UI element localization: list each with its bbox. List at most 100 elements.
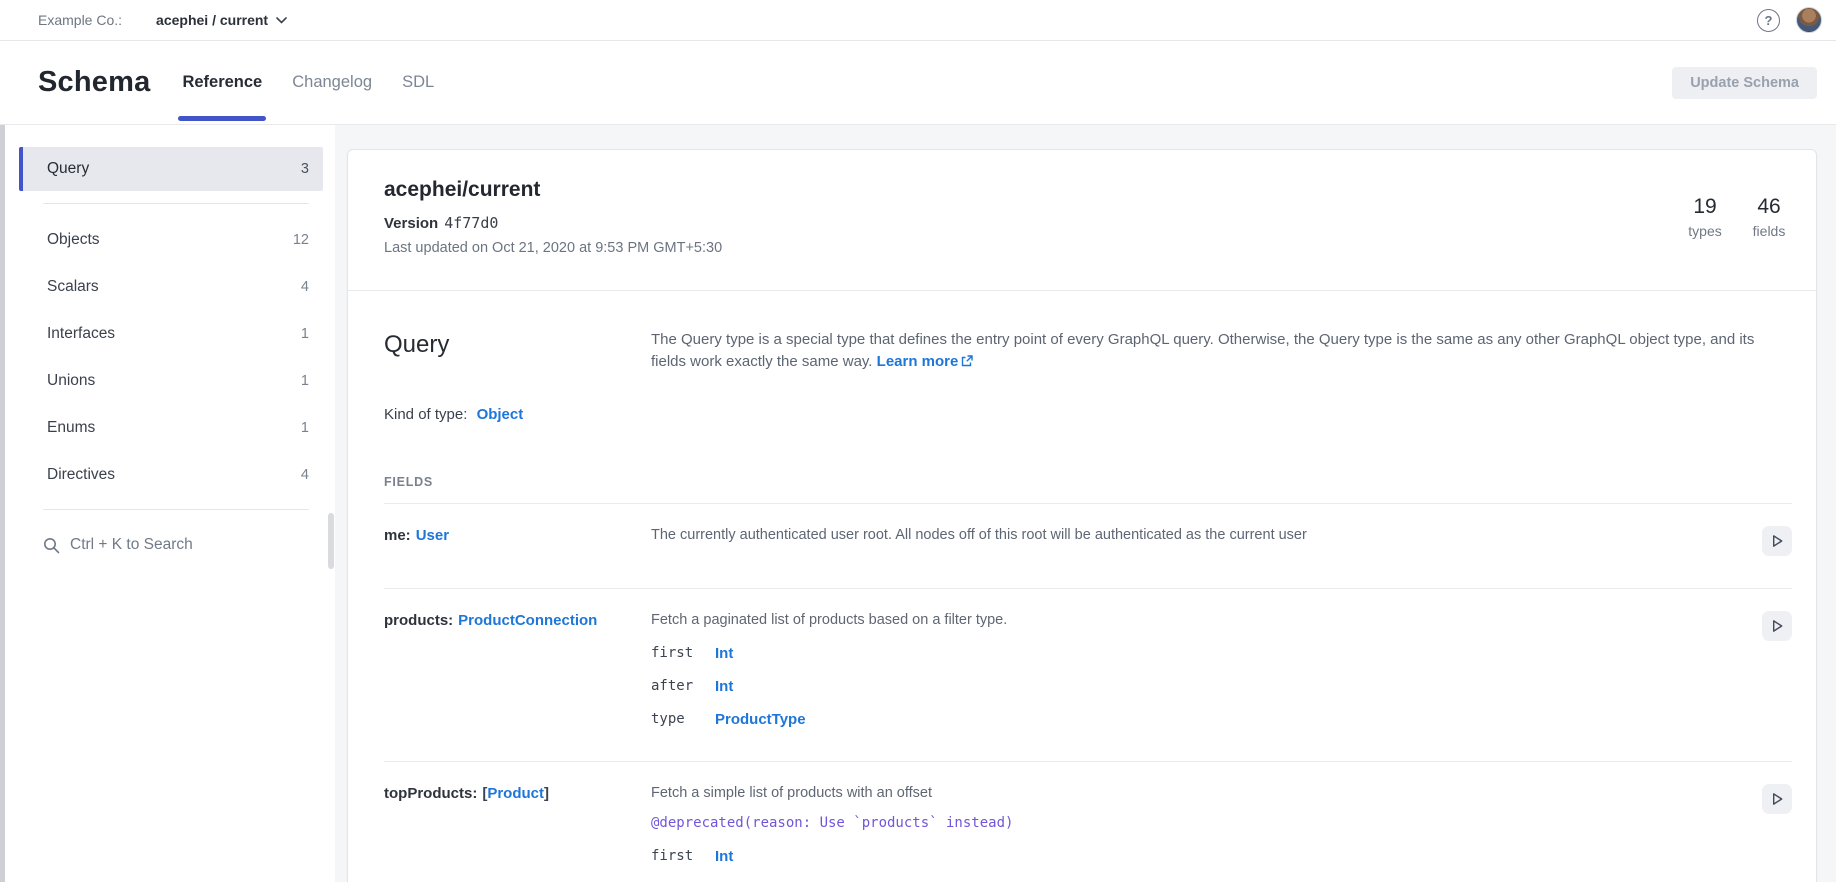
learn-more-label: Learn more bbox=[877, 353, 959, 370]
sidebar-item[interactable]: Query 3 bbox=[19, 147, 323, 191]
tab[interactable]: Changelog bbox=[290, 71, 374, 94]
help-icon[interactable]: ? bbox=[1757, 9, 1780, 32]
arg-type-link[interactable]: ProductType bbox=[715, 710, 806, 729]
field-args: first Int after Int bbox=[651, 644, 1750, 729]
field-type-label: Product bbox=[487, 785, 544, 802]
page-title: Schema bbox=[38, 66, 150, 99]
tab[interactable]: SDL bbox=[400, 71, 436, 94]
run-in-explorer-button[interactable] bbox=[1762, 526, 1792, 556]
field-type-link[interactable]: ProductConnection bbox=[458, 612, 597, 629]
field-description: Fetch a paginated list of products based… bbox=[651, 611, 1750, 630]
schema-card: acephei/current Version4f77d0 Last updat… bbox=[347, 149, 1817, 882]
sidebar-item[interactable]: Directives 4 bbox=[19, 453, 323, 497]
sidebar-item-count: 3 bbox=[301, 161, 309, 177]
search-icon bbox=[43, 537, 60, 554]
sidebar-item[interactable]: Scalars 4 bbox=[19, 265, 323, 309]
kind-label: Kind of type: bbox=[384, 406, 467, 423]
arg-name: after bbox=[651, 677, 715, 696]
arg-row: after Int bbox=[651, 677, 1750, 696]
field-description: Fetch a simple list of products with an … bbox=[651, 784, 1750, 803]
tab-bar: Reference Changelog SDL bbox=[180, 41, 436, 124]
sidebar-item-count: 1 bbox=[301, 326, 309, 342]
card-header: acephei/current Version4f77d0 Last updat… bbox=[348, 150, 1816, 291]
content: acephei/current Version4f77d0 Last updat… bbox=[335, 125, 1836, 882]
field-row: me: User The currently authenticated user… bbox=[384, 504, 1792, 589]
nav-group: Unions 1 bbox=[5, 359, 335, 403]
arg-row: first Int bbox=[651, 644, 1750, 663]
sidebar-item[interactable]: Unions 1 bbox=[19, 359, 323, 403]
graph-selector[interactable]: acephei / current bbox=[156, 12, 287, 28]
arg-type-link[interactable]: Int bbox=[715, 644, 733, 663]
kind-value-link[interactable]: Object bbox=[477, 406, 524, 423]
sidebar-item-label: Interfaces bbox=[47, 325, 115, 343]
version-value: 4f77d0 bbox=[444, 214, 498, 232]
field-type-link[interactable]: [Product] bbox=[482, 785, 549, 802]
avatar[interactable] bbox=[1796, 7, 1822, 33]
type-head: Query The Query type is a special type t… bbox=[384, 329, 1792, 373]
field-main: The currently authenticated user root. A… bbox=[651, 526, 1750, 556]
search-trigger[interactable]: Ctrl + K to Search bbox=[43, 509, 309, 554]
arg-type-link[interactable]: Int bbox=[715, 847, 733, 866]
topbar: Example Co.: acephei / current ? bbox=[0, 0, 1836, 41]
type-description: The Query type is a special type that de… bbox=[651, 329, 1792, 373]
page-header: Schema Reference Changelog SDL Update Sc… bbox=[0, 41, 1836, 125]
field-name: me: User bbox=[384, 526, 651, 556]
body: Query 3 Objects 12 Scalars bbox=[0, 125, 1836, 882]
nav-group: Interfaces 1 bbox=[5, 312, 335, 356]
tab-label: Reference bbox=[182, 73, 262, 91]
update-schema-button[interactable]: Update Schema bbox=[1672, 67, 1817, 99]
sidebar-item-label: Scalars bbox=[47, 278, 99, 296]
sidebar-scrollbar-thumb[interactable] bbox=[328, 513, 334, 569]
graph-meta: acephei/current Version4f77d0 Last updat… bbox=[384, 178, 722, 256]
stat-label: fields bbox=[1746, 223, 1792, 239]
stat-label: types bbox=[1682, 223, 1728, 239]
type-name: Query bbox=[384, 329, 651, 373]
nav-group: Directives 4 bbox=[5, 453, 335, 497]
type-section: Query The Query type is a special type t… bbox=[348, 291, 1816, 882]
sidebar-item[interactable]: Enums 1 bbox=[19, 406, 323, 450]
sidebar-item-label: Objects bbox=[47, 231, 100, 249]
field-name: topProducts:[Product] bbox=[384, 784, 651, 866]
stat: 19 types bbox=[1682, 195, 1728, 239]
fields-list: me: User The currently authenticated user… bbox=[384, 504, 1792, 882]
field-main: Fetch a simple list of products with an … bbox=[651, 784, 1750, 866]
external-link-icon bbox=[961, 355, 973, 367]
fields-head: FIELDS bbox=[384, 473, 1792, 504]
sidebar-divider bbox=[43, 203, 309, 204]
arg-type-link[interactable]: Int bbox=[715, 677, 733, 696]
type-description-text: The Query type is a special type that de… bbox=[651, 331, 1754, 370]
field-type-link[interactable]: User bbox=[416, 527, 449, 544]
field-deprecated: @deprecated(reason: Use `products` inste… bbox=[651, 814, 1750, 833]
tab-label: SDL bbox=[402, 73, 434, 91]
field-name-text: me: bbox=[384, 527, 411, 544]
nav-group: Objects 12 bbox=[5, 218, 335, 262]
graph-selector-label: acephei / current bbox=[156, 12, 268, 28]
stat: 46 fields bbox=[1746, 195, 1792, 239]
run-in-explorer-button[interactable] bbox=[1762, 784, 1792, 814]
tab-label: Changelog bbox=[292, 73, 372, 91]
fields-label: FIELDS bbox=[384, 475, 433, 489]
field-args: first Int bbox=[651, 847, 1750, 866]
learn-more-link[interactable]: Learn more bbox=[877, 353, 974, 370]
field-action bbox=[1762, 526, 1792, 556]
sidebar-item-count: 1 bbox=[301, 420, 309, 436]
play-icon bbox=[1771, 619, 1784, 633]
run-in-explorer-button[interactable] bbox=[1762, 611, 1792, 641]
arg-row: first Int bbox=[651, 847, 1750, 866]
sidebar-item-count: 4 bbox=[301, 279, 309, 295]
type-bracket-close: ] bbox=[544, 785, 549, 802]
tab[interactable]: Reference bbox=[180, 71, 264, 94]
field-type-label: ProductConnection bbox=[458, 612, 597, 629]
graph-title: acephei/current bbox=[384, 178, 722, 202]
nav-group: Query 3 bbox=[5, 147, 335, 204]
arg-row: type ProductType bbox=[651, 710, 1750, 729]
version-label: Version bbox=[384, 215, 438, 232]
play-icon bbox=[1771, 534, 1784, 548]
nav-group: Scalars 4 bbox=[5, 265, 335, 309]
org-label: Example Co.: bbox=[38, 12, 122, 28]
search-hint: Ctrl + K to Search bbox=[70, 536, 193, 554]
sidebar-item[interactable]: Interfaces 1 bbox=[19, 312, 323, 356]
sidebar-item-label: Unions bbox=[47, 372, 95, 390]
sidebar-item-count: 1 bbox=[301, 373, 309, 389]
sidebar-item[interactable]: Objects 12 bbox=[19, 218, 323, 262]
